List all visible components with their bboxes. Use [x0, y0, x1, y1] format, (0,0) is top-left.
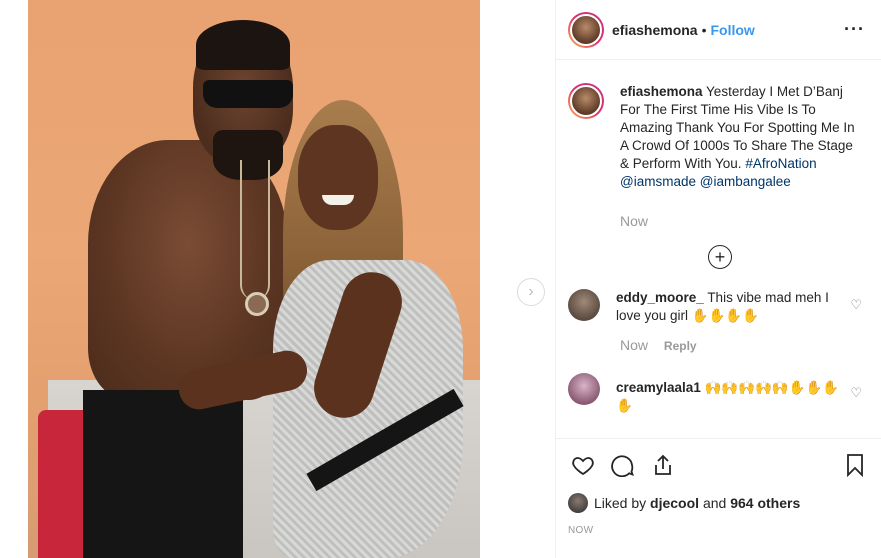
post-sidebar: efiashemona • Follow ··· efiashemona Yes… [555, 0, 881, 558]
post-timestamp: NOW [568, 525, 594, 536]
comment-time: Now [620, 337, 649, 353]
liker-username[interactable]: djecool [650, 495, 699, 511]
photo-smile [322, 195, 354, 205]
comment-like-heart-icon[interactable]: ♡ [850, 385, 862, 401]
caption-mention-1[interactable]: @iamsmade [620, 174, 696, 189]
comment-item: creamylaala1 🙌🙌🙌🙌🙌✋✋✋✋ ♡ [556, 373, 881, 415]
comment-meta: Now Reply [620, 337, 881, 353]
comment-avatar[interactable] [568, 373, 600, 405]
photo-man-hair [196, 20, 290, 70]
post-photo[interactable] [28, 0, 480, 558]
photo-pendant [245, 292, 269, 316]
bookmark-icon[interactable] [840, 450, 870, 480]
liker-avatar[interactable] [568, 493, 588, 513]
post-actions: Liked by djecool and 964 others NOW [556, 438, 881, 536]
comment-item: eddy_moore_ This vibe mad meh I love you… [556, 289, 881, 325]
comment-like-heart-icon[interactable]: ♡ [850, 297, 862, 313]
author-username[interactable]: efiashemona [612, 22, 698, 38]
post-header: efiashemona • Follow ··· [556, 0, 881, 60]
comment-username[interactable]: eddy_moore_ [616, 290, 704, 305]
comment-avatar[interactable] [568, 289, 600, 321]
more-options-icon[interactable]: ··· [844, 19, 865, 40]
photo-woman-face [298, 125, 378, 230]
post-media: › [0, 0, 555, 558]
comment-text: eddy_moore_ This vibe mad meh I love you… [616, 289, 844, 325]
photo-sunglasses [203, 80, 293, 108]
comment-text: creamylaala1 🙌🙌🙌🙌🙌✋✋✋✋ [616, 373, 844, 415]
comment-reply-button[interactable]: Reply [664, 339, 697, 353]
header-separator: • [701, 21, 707, 38]
likes-prefix: Liked by [594, 495, 647, 511]
caption-avatar[interactable] [568, 83, 604, 119]
likes-and: and [702, 495, 727, 511]
heart-icon[interactable] [568, 450, 598, 480]
photo-man-pants [83, 390, 243, 558]
caption-hashtag[interactable]: #AfroNation [745, 156, 816, 171]
follow-button[interactable]: Follow [711, 22, 755, 38]
caption-mention-2[interactable]: @iambangalee [700, 174, 791, 189]
plus-icon: + [714, 247, 726, 267]
caption-username[interactable]: efiashemona [620, 84, 703, 99]
chevron-right-icon: › [528, 283, 534, 300]
likes-others[interactable]: 964 others [730, 495, 800, 511]
caption-time: Now [620, 213, 649, 229]
comment-icon[interactable] [608, 450, 638, 480]
photo-chain [240, 160, 270, 300]
author-avatar[interactable] [568, 11, 604, 48]
caption-text: efiashemona Yesterday I Met D’Banj For T… [620, 83, 860, 191]
load-more-comments-button[interactable]: + [708, 245, 732, 269]
next-photo-button[interactable]: › [517, 278, 545, 306]
caption: efiashemona Yesterday I Met D’Banj For T… [556, 61, 881, 191]
action-icons [568, 447, 870, 483]
comment-username[interactable]: creamylaala1 [616, 380, 701, 395]
likes-summary: Liked by djecool and 964 others [568, 493, 870, 513]
comments-list[interactable]: efiashemona Yesterday I Met D’Banj For T… [556, 61, 881, 431]
share-icon[interactable] [648, 450, 678, 480]
